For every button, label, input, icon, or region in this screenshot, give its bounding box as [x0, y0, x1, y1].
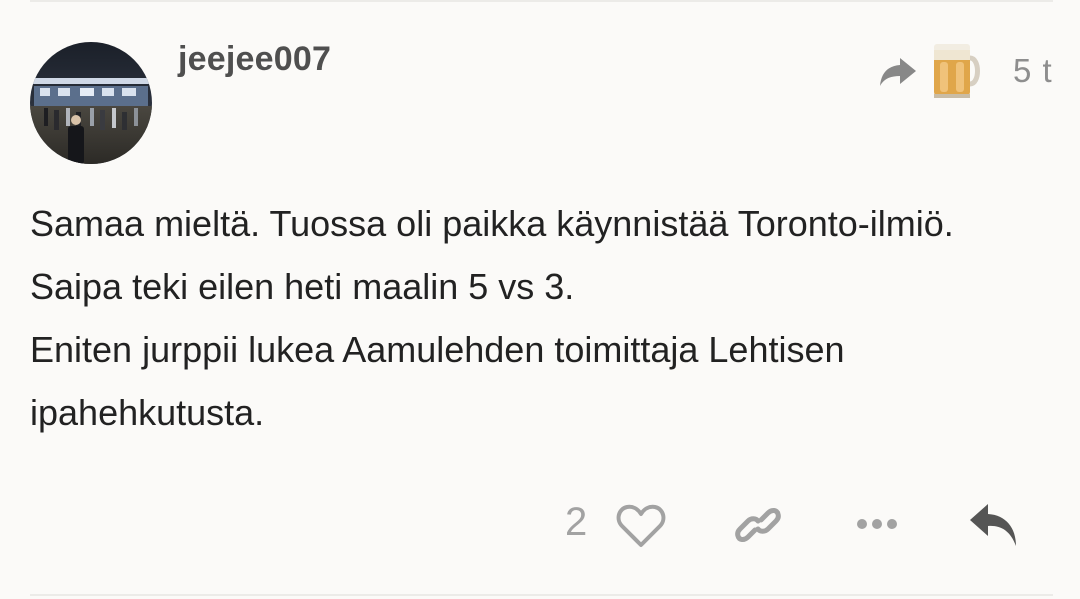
- reply-icon[interactable]: [968, 502, 1020, 548]
- bottom-divider: [30, 594, 1053, 596]
- post-age[interactable]: 5 t: [1013, 52, 1053, 90]
- user-avatar[interactable]: [30, 42, 152, 164]
- top-divider: [30, 0, 1053, 2]
- post-body: Samaa mieltä. Tuossa oli paikka käynnist…: [30, 192, 1040, 444]
- link-icon[interactable]: [735, 506, 781, 544]
- post-paragraph: Samaa mieltä. Tuossa oli paikka käynnist…: [30, 203, 954, 307]
- heart-icon[interactable]: [616, 504, 666, 548]
- like-count[interactable]: 2: [565, 500, 587, 545]
- post-paragraph: Eniten jurppii lukea Aamulehden toimitta…: [30, 329, 845, 433]
- username[interactable]: jeejee007: [178, 40, 331, 79]
- beer-mug-avatar[interactable]: [928, 40, 980, 102]
- share-arrow-icon: [880, 58, 916, 86]
- more-dots-icon[interactable]: [856, 516, 898, 532]
